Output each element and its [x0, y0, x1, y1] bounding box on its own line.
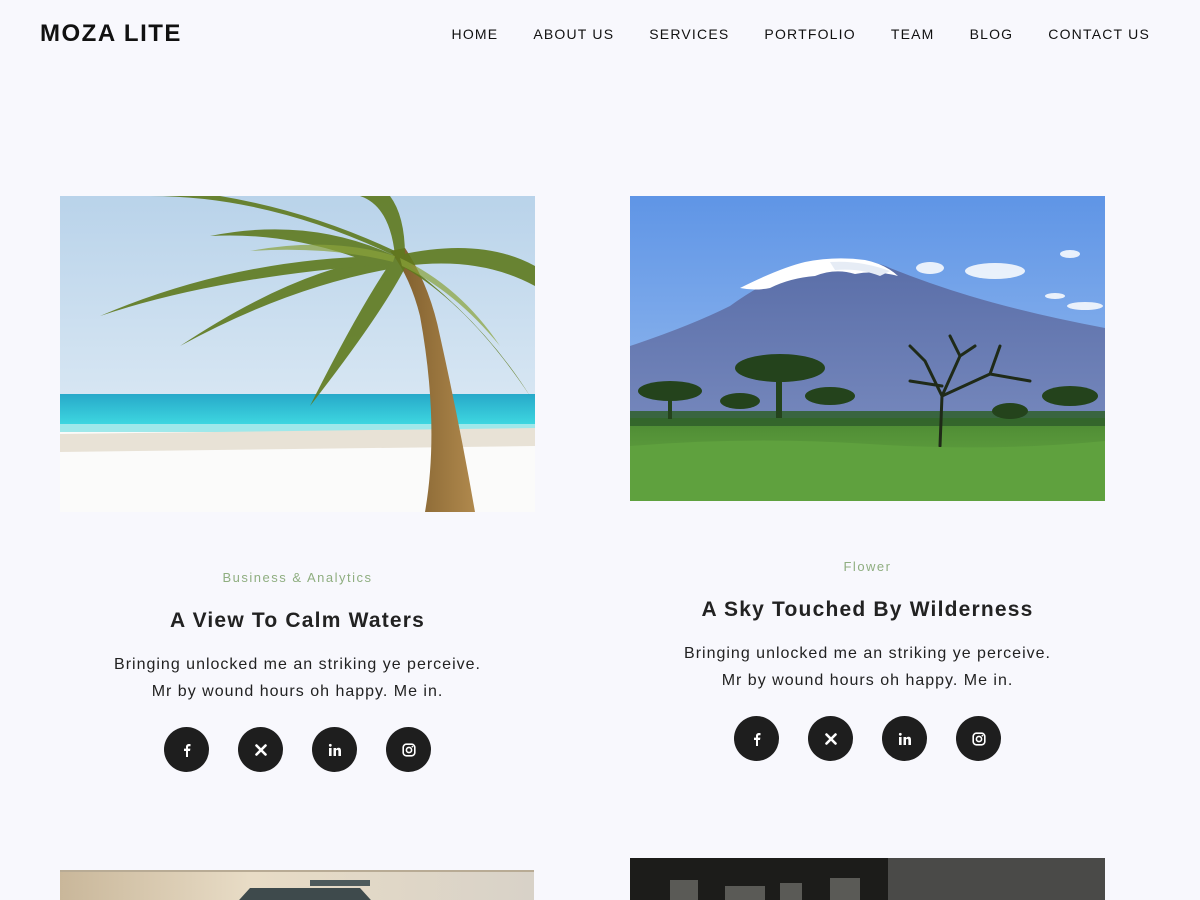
x-icon — [254, 743, 267, 756]
nav-item-home[interactable]: HOME — [452, 26, 499, 42]
post-excerpt-line-1: Bringing unlocked me an striking ye perc… — [684, 645, 1051, 662]
main-nav: HOME ABOUT US SERVICES PORTFOLIO TEAM BL… — [417, 26, 1150, 42]
x-button[interactable] — [238, 727, 283, 772]
social-links — [60, 727, 535, 772]
instagram-icon — [971, 731, 986, 746]
linkedin-icon — [328, 743, 342, 757]
post-image-dark-office[interactable] — [630, 858, 1105, 900]
facebook-button[interactable] — [734, 716, 779, 761]
nav-item-contact-us[interactable]: CONTACT US — [1048, 26, 1150, 42]
instagram-button[interactable] — [956, 716, 1001, 761]
post-image-palm-beach[interactable] — [60, 196, 535, 512]
nav-item-portfolio[interactable]: PORTFOLIO — [764, 26, 855, 42]
social-links — [630, 716, 1105, 761]
post-card-2: Flower A Sky Touched By Wilderness Bring… — [630, 196, 1105, 761]
x-button[interactable] — [808, 716, 853, 761]
post-title[interactable]: A View To Calm Waters — [60, 609, 535, 633]
instagram-button[interactable] — [386, 727, 431, 772]
site-header: MOZA LITE HOME ABOUT US SERVICES PORTFOL… — [0, 0, 1200, 70]
post-excerpt-line-2: Mr by wound hours oh happy. Me in. — [721, 672, 1014, 689]
facebook-button[interactable] — [164, 727, 209, 772]
post-category[interactable]: Flower — [630, 559, 1105, 574]
post-card-1: Business & Analytics A View To Calm Wate… — [60, 196, 535, 772]
post-excerpt-line-2: Mr by wound hours oh happy. Me in. — [151, 683, 444, 700]
linkedin-button[interactable] — [882, 716, 927, 761]
nav-item-about-us[interactable]: ABOUT US — [533, 26, 614, 42]
facebook-icon — [180, 743, 194, 757]
post-image-interior[interactable] — [60, 870, 534, 900]
post-excerpt: Bringing unlocked me an striking ye perc… — [630, 640, 1105, 694]
nav-item-services[interactable]: SERVICES — [649, 26, 729, 42]
linkedin-button[interactable] — [312, 727, 357, 772]
post-category[interactable]: Business & Analytics — [60, 570, 535, 585]
post-excerpt-line-1: Bringing unlocked me an striking ye perc… — [114, 656, 481, 673]
nav-item-blog[interactable]: BLOG — [970, 26, 1014, 42]
site-title[interactable]: MOZA LITE — [40, 20, 182, 48]
linkedin-icon — [898, 732, 912, 746]
post-image-kilimanjaro[interactable] — [630, 196, 1105, 501]
post-excerpt: Bringing unlocked me an striking ye perc… — [60, 651, 535, 705]
post-title[interactable]: A Sky Touched By Wilderness — [630, 598, 1105, 622]
instagram-icon — [401, 742, 416, 757]
x-icon — [824, 732, 837, 745]
facebook-icon — [750, 732, 764, 746]
nav-item-team[interactable]: TEAM — [891, 26, 935, 42]
